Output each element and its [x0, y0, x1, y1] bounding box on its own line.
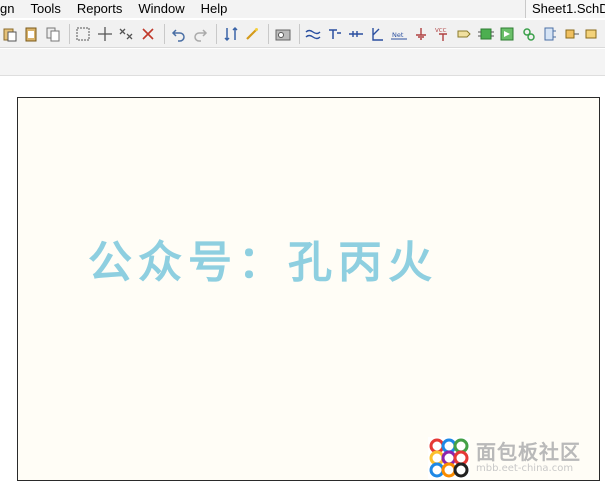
hierarchy-button[interactable] [221, 24, 241, 44]
move-icon [97, 26, 112, 41]
net-label-text: Net [392, 31, 404, 39]
place-vcc-button[interactable]: VCC [433, 24, 453, 44]
place-sheet-entry-button[interactable] [519, 24, 539, 44]
power-port-icon [544, 27, 557, 40]
place-net-label-button[interactable]: Net [390, 24, 410, 44]
toolbar-separator [163, 23, 165, 44]
main-toolbar: Net VCC [0, 20, 605, 48]
menu-window[interactable]: Window [130, 0, 192, 18]
schematic-sheet[interactable]: 公众号：孔丙火 面包板社区 mbb.eet-china.com [17, 97, 600, 481]
deselect-icon [120, 28, 133, 39]
clipboard-button[interactable] [22, 24, 42, 44]
net-label-icon: Net [391, 31, 408, 39]
place-bus-entry-button[interactable] [347, 24, 367, 44]
paste-button[interactable] [0, 24, 20, 44]
place-wire-button[interactable] [303, 24, 323, 44]
place-device-button[interactable] [562, 24, 582, 44]
toolbar-separator [267, 23, 269, 44]
place-bus-button[interactable] [325, 24, 345, 44]
sheet-title-text: 公众号：孔丙火 [88, 237, 438, 288]
port-icon [457, 30, 471, 37]
menu-reports[interactable]: Reports [69, 0, 131, 18]
wand-icon [246, 27, 259, 40]
more-tools-button[interactable] [584, 24, 604, 44]
bus-icon [328, 28, 341, 39]
place-part-button[interactable] [476, 24, 496, 44]
hierarchy-icon [224, 26, 238, 41]
menu-help[interactable]: Help [193, 0, 236, 18]
bus-entry-icon [349, 30, 364, 37]
schematic-editor-window: gn Tools Reports Window Help Sheet1.SchD [0, 0, 605, 489]
move-button[interactable] [95, 24, 115, 44]
menu-bar: gn Tools Reports Window Help Sheet1.SchD [0, 0, 605, 18]
toolbar-separator [215, 23, 217, 44]
vcc-power-icon: VCC [435, 28, 447, 41]
junction-icon [372, 27, 383, 41]
vcc-label-text: VCC [435, 28, 447, 34]
sheet-symbol-icon [500, 27, 514, 40]
place-sheet-symbol-button[interactable] [497, 24, 517, 44]
redo-icon [194, 28, 208, 42]
select-rectangle-icon [76, 27, 90, 40]
more-icon [585, 29, 597, 38]
paste-icon [3, 28, 17, 41]
copy-button[interactable] [43, 24, 63, 44]
clipboard-icon [25, 27, 37, 41]
part-icon [477, 28, 494, 39]
redo-button[interactable] [190, 24, 210, 44]
browse-icon [275, 29, 291, 40]
secondary-toolbar [0, 49, 605, 76]
clear-selection-icon [142, 27, 154, 40]
wand-button[interactable] [242, 24, 262, 44]
site-logo: 面包板社区 mbb.eet-china.com [428, 436, 605, 480]
place-power-port-button[interactable] [541, 24, 561, 44]
undo-icon [171, 28, 185, 42]
copy-icon [46, 27, 60, 41]
logo-title: 面包板社区 [476, 440, 581, 464]
toolbar-separator [68, 23, 70, 44]
ground-icon [415, 27, 426, 40]
wire-icon [305, 29, 321, 39]
select-rectangle-button[interactable] [74, 24, 94, 44]
undo-button[interactable] [169, 24, 189, 44]
place-ground-button[interactable] [411, 24, 431, 44]
document-tab[interactable]: Sheet1.SchD [525, 0, 605, 18]
logo-url: mbb.eet-china.com [476, 463, 574, 474]
place-junction-button[interactable] [368, 24, 388, 44]
place-port-button[interactable] [454, 24, 474, 44]
toolbar-separator [298, 23, 300, 44]
browse-button[interactable] [273, 24, 293, 44]
deselect-button[interactable] [117, 24, 137, 44]
schematic-workspace[interactable]: 公众号：孔丙火 面包板社区 mbb.eet-china.com [0, 77, 605, 489]
clear-selection-button[interactable] [138, 24, 158, 44]
sheet-entry-icon [522, 27, 535, 41]
place-port-icon [565, 29, 579, 38]
menu-tools[interactable]: Tools [22, 0, 68, 18]
menu-design[interactable]: gn [0, 0, 22, 18]
logo-text: 面包板社区 mbb.eet-china.com [476, 441, 581, 475]
logo-mark-icon [428, 437, 470, 479]
